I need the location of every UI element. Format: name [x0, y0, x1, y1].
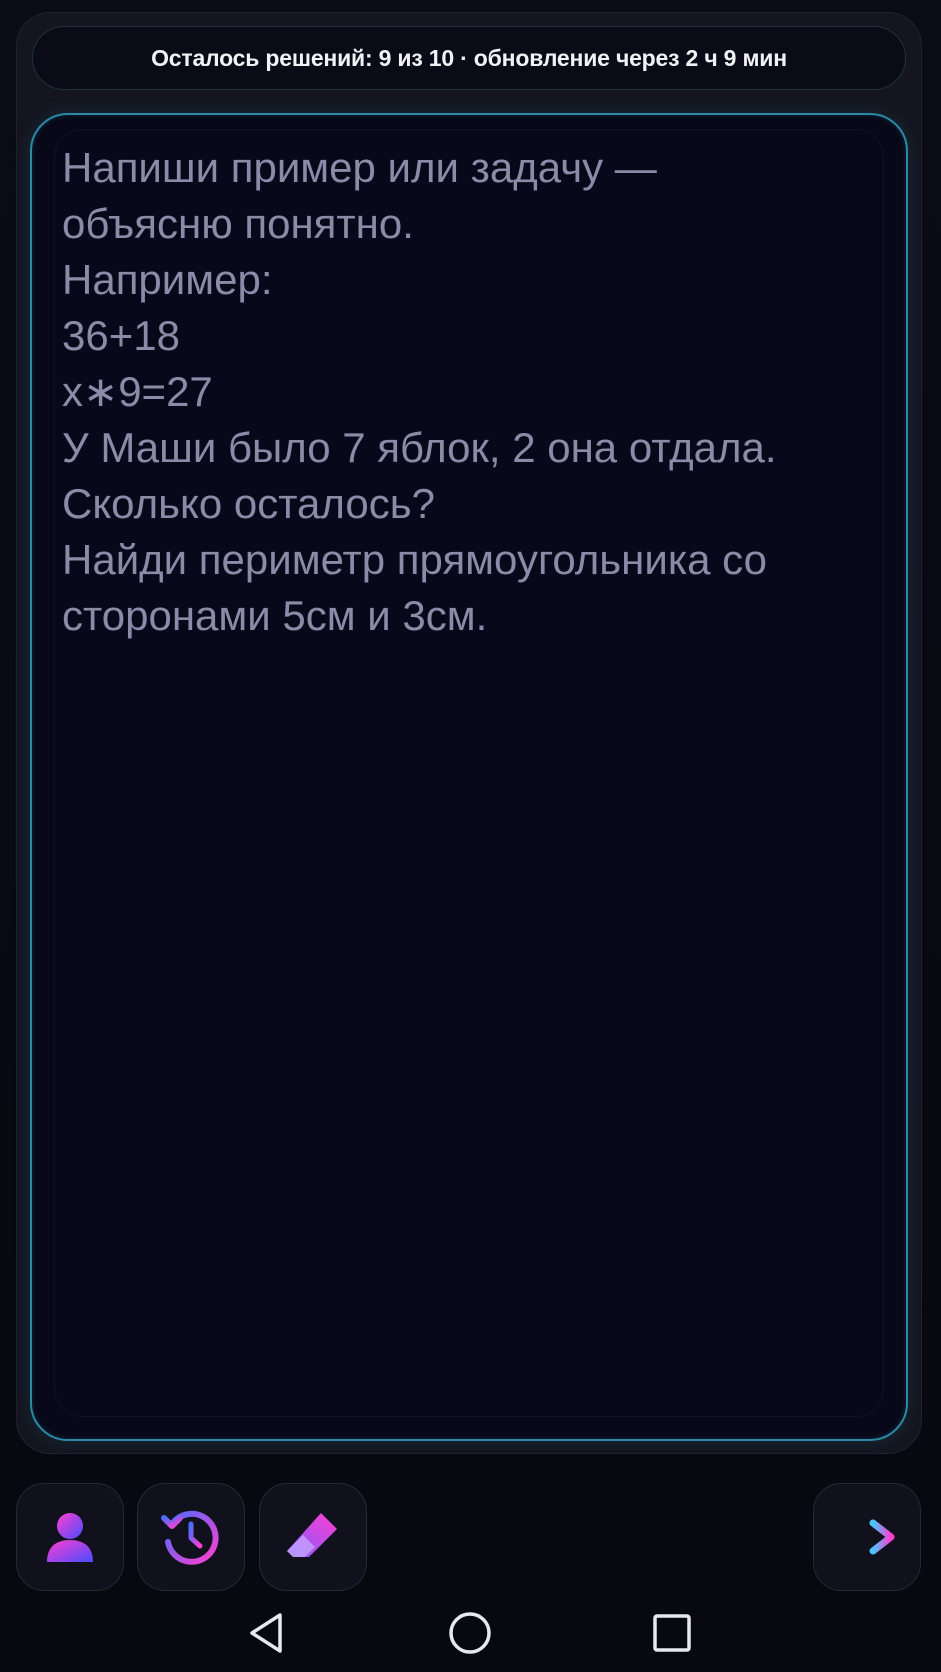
- quota-status-bar: Осталось решений: 9 из 10 · обновление ч…: [32, 26, 906, 90]
- system-recents-button[interactable]: [647, 1608, 697, 1658]
- history-button[interactable]: [137, 1483, 245, 1591]
- system-back-button[interactable]: [241, 1608, 291, 1658]
- eraser-icon: [287, 1513, 337, 1565]
- recents-icon: [653, 1614, 691, 1652]
- history-icon: [161, 1510, 219, 1565]
- app-screen: Осталось решений: 9 из 10 · обновление ч…: [0, 0, 941, 1672]
- home-icon: [449, 1612, 491, 1654]
- system-home-button[interactable]: [445, 1608, 495, 1658]
- system-navigation-bar: [0, 1590, 941, 1672]
- clear-button[interactable]: [259, 1483, 367, 1591]
- profile-button[interactable]: [16, 1483, 124, 1591]
- task-input-placeholder: Напиши пример или задачу — объясню понят…: [62, 144, 777, 639]
- user-icon: [47, 1513, 93, 1562]
- back-icon: [250, 1613, 282, 1653]
- quota-status-text: Осталось решений: 9 из 10 · обновление ч…: [151, 44, 787, 71]
- send-button[interactable]: [813, 1483, 921, 1591]
- arrow-right-icon: [837, 1519, 895, 1555]
